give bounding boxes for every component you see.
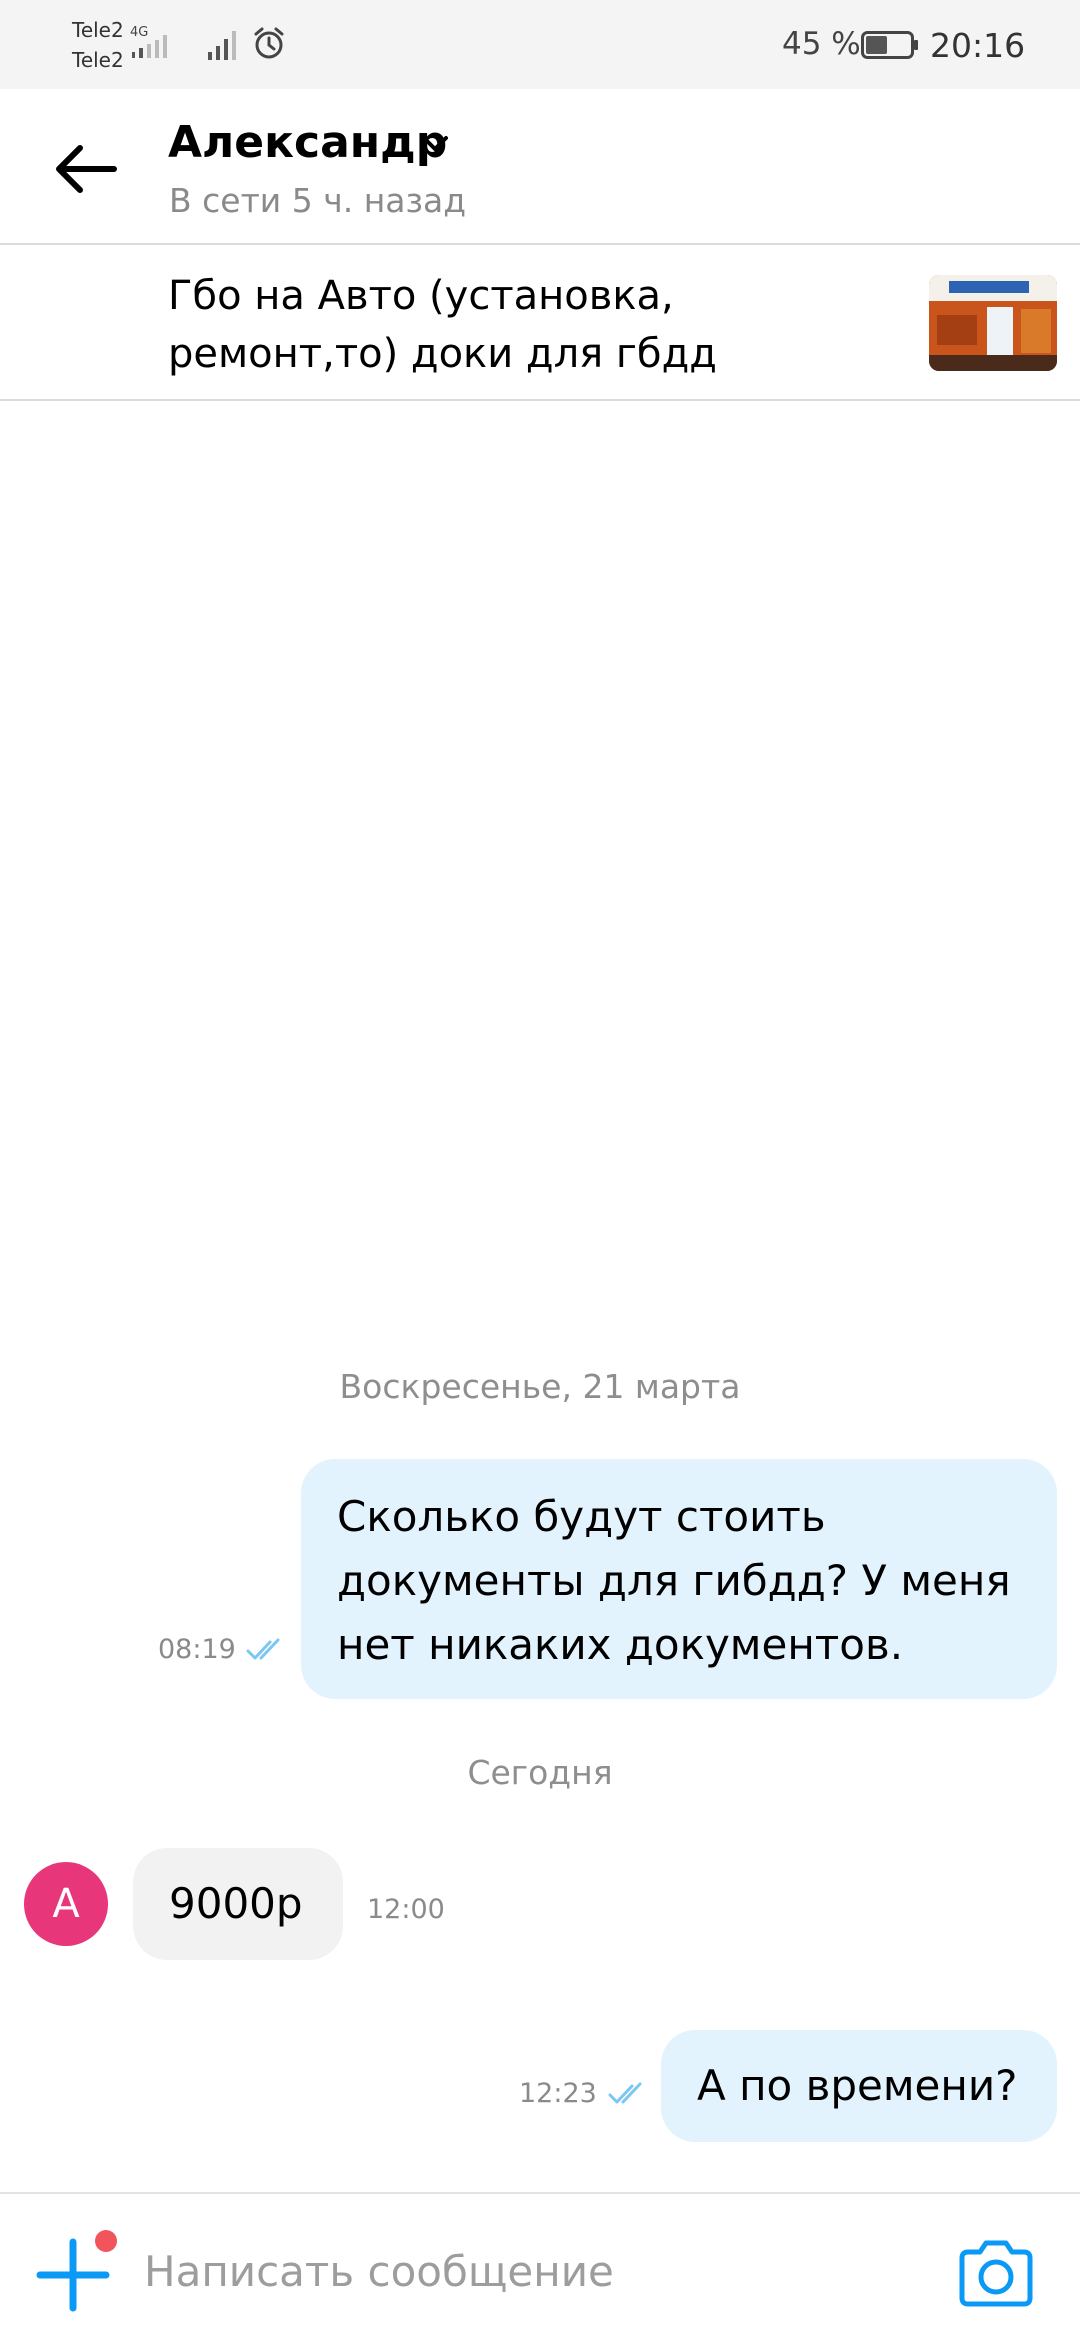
battery-percent: 45 % xyxy=(782,26,861,62)
double-check-icon xyxy=(608,2082,642,2104)
signal-icon xyxy=(208,31,236,60)
outgoing-message[interactable]: А по времени? xyxy=(661,2030,1057,2142)
message-time: 08:19 xyxy=(158,1634,236,1665)
message-text: Сколько будут стоить документы для гибдд… xyxy=(337,1492,1011,1669)
alarm-icon xyxy=(254,27,284,59)
message-text: 9000р xyxy=(169,1879,303,1928)
signal-icon: 4G xyxy=(130,25,167,58)
listing-title[interactable]: Гбо на Авто (установка, ремонт,то) доки … xyxy=(168,267,768,383)
listing-preview[interactable]: Гбо на Авто (установка, ремонт,то) доки … xyxy=(0,245,1080,401)
battery-icon xyxy=(861,31,918,59)
message-time: 12:23 xyxy=(519,2078,597,2109)
chevron-down-icon[interactable] xyxy=(418,131,452,155)
clock: 20:16 xyxy=(930,26,1026,65)
avatar[interactable]: А xyxy=(24,1862,108,1946)
back-arrow-icon[interactable] xyxy=(50,141,120,197)
contact-name[interactable]: Александр xyxy=(168,117,447,168)
outgoing-message[interactable]: Сколько будут стоить документы для гибдд… xyxy=(301,1459,1057,1699)
contact-status: В сети 5 ч. назад xyxy=(169,181,467,220)
message-time: 12:00 xyxy=(367,1894,445,1925)
message-input[interactable] xyxy=(144,2236,904,2306)
message-text: А по времени? xyxy=(697,2061,1018,2110)
carrier-2: Tele2 xyxy=(72,48,124,72)
message-composer xyxy=(0,2192,1080,2340)
carrier-1: Tele2 xyxy=(72,18,124,42)
double-check-icon xyxy=(246,1638,280,1660)
notification-dot xyxy=(95,2230,117,2252)
date-separator: Сегодня xyxy=(467,1753,613,1792)
listing-thumbnail[interactable] xyxy=(929,275,1057,371)
incoming-message[interactable]: 9000р xyxy=(133,1848,343,1960)
chat-header: Александр В сети 5 ч. назад xyxy=(0,89,1080,245)
network-type: 4G xyxy=(130,25,148,40)
camera-icon[interactable] xyxy=(956,2238,1036,2308)
status-bar: Tele2 Tele2 4G 45 % 20:16 xyxy=(0,0,1080,89)
date-separator: Воскресенье, 21 марта xyxy=(339,1367,741,1406)
